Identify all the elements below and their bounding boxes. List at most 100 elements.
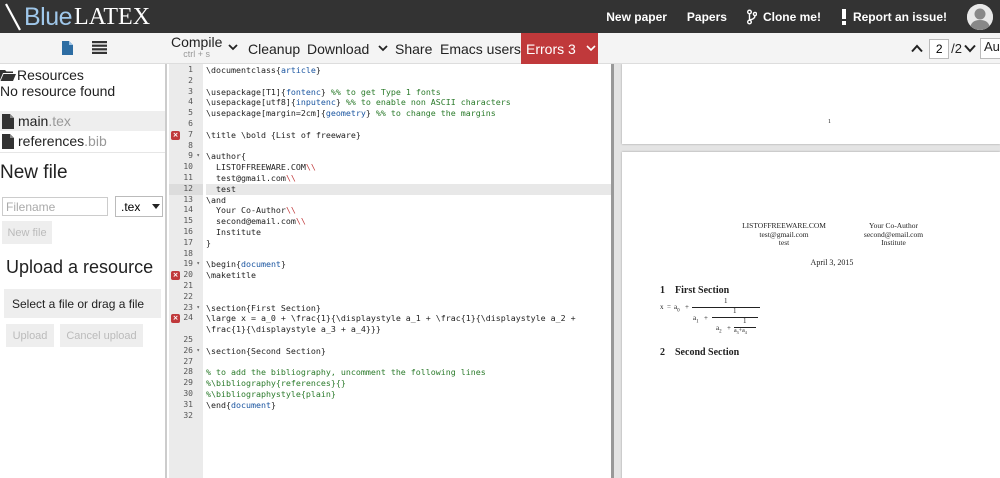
- code-line[interactable]: \maketitle: [206, 270, 612, 281]
- upload-button-label: Upload: [12, 329, 48, 342]
- code-line[interactable]: LISTOFFREEWARE.COM\\: [206, 162, 612, 173]
- git-branch-icon: [746, 9, 757, 24]
- upload-button[interactable]: Upload: [6, 324, 54, 347]
- logo-text-blue: Blue: [24, 2, 73, 31]
- code-line[interactable]: \section{First Section}: [206, 303, 612, 314]
- pdf-date: April 3, 2015: [810, 258, 854, 267]
- resources-header[interactable]: Resources: [0, 67, 84, 83]
- file-icon[interactable]: [62, 41, 73, 55]
- gutter-line: 25: [169, 335, 203, 346]
- code-line[interactable]: [206, 292, 612, 303]
- code-line[interactable]: \title \bold {List of freeware}: [206, 130, 612, 141]
- file-dropzone[interactable]: Select a file or drag a file: [4, 289, 161, 318]
- errors-button[interactable]: Errors 3: [521, 33, 598, 64]
- code-line[interactable]: [206, 335, 612, 346]
- page-number-input[interactable]: [929, 38, 950, 59]
- previous-page-chevron-up-icon[interactable]: [911, 44, 923, 53]
- new-file-button[interactable]: New file: [2, 221, 52, 244]
- code-line[interactable]: \and: [206, 195, 612, 206]
- line-number: 14: [183, 205, 193, 215]
- line-number: 11: [183, 173, 193, 182]
- code-line[interactable]: [206, 119, 612, 130]
- line-number: 28: [183, 367, 193, 377]
- code-line[interactable]: [206, 249, 612, 260]
- code-line[interactable]: Your Co-Author\\: [206, 205, 612, 216]
- bluelatex-logo[interactable]: Blue LATEX: [4, 2, 150, 32]
- file-item-main[interactable]: main .tex: [0, 111, 165, 131]
- fold-arrow-icon[interactable]: ▾: [196, 303, 200, 314]
- gutter-line: 31: [169, 400, 203, 411]
- error-marker-icon[interactable]: ×: [171, 314, 180, 324]
- code-line[interactable]: \section{Second Section}: [206, 346, 612, 357]
- fold-arrow-icon[interactable]: ▾: [196, 151, 200, 162]
- code-line[interactable]: %\bibliography{references}{}: [206, 378, 612, 389]
- no-resource-text: No resource found: [0, 83, 116, 99]
- compile-button[interactable]: Compile ctrl + s: [171, 35, 222, 60]
- line-number: 22: [183, 291, 193, 301]
- download-button[interactable]: Download: [307, 33, 388, 64]
- line-number: 21: [183, 281, 193, 290]
- gutter-line: [169, 324, 203, 335]
- line-number: 27: [183, 356, 193, 366]
- extension-select[interactable]: .tex: [115, 196, 163, 217]
- clone-me-link[interactable]: Clone me!: [746, 9, 821, 25]
- fraction-bar-1: [692, 307, 760, 308]
- filename-input[interactable]: [2, 197, 108, 216]
- code-line[interactable]: \documentclass{article}: [206, 65, 612, 76]
- code-line[interactable]: [206, 357, 612, 368]
- next-page-chevron-down-icon[interactable]: [964, 44, 976, 53]
- share-button[interactable]: Share: [395, 33, 432, 64]
- line-number: 10: [183, 162, 193, 172]
- code-line[interactable]: \usepackage[T1]{fontenc} %% to get Type …: [206, 87, 612, 98]
- code-editor[interactable]: 1 2 3 4 5 6 7 × 8 9 ▾ 10 11 12 13 14 15 16 17 18 19 ▾ 20 × 21 22 2…: [169, 64, 612, 478]
- error-marker-icon[interactable]: ×: [171, 271, 180, 281]
- code-line[interactable]: Institute: [206, 227, 612, 238]
- formula-plus-1: +: [685, 303, 689, 311]
- cleanup-button[interactable]: Cleanup: [248, 33, 300, 64]
- fold-arrow-icon[interactable]: ▾: [196, 346, 200, 357]
- code-line[interactable]: \begin{document}: [206, 259, 612, 270]
- gutter-line: 14: [169, 205, 203, 216]
- gutter-line: 6: [169, 119, 203, 130]
- compile-chevron-down-icon[interactable]: [228, 44, 238, 51]
- new-paper-link[interactable]: New paper: [606, 10, 667, 24]
- pdf-viewer[interactable]: 1 LISTOFFREEWARE.COM test@gmail.com test…: [614, 64, 1000, 478]
- formula-a3-a4: a3+a4: [734, 328, 747, 336]
- page-navigator: /2 Auto: [911, 33, 1000, 64]
- code-line[interactable]: test@gmail.com\\: [206, 173, 612, 184]
- file-item-references[interactable]: references .bib: [0, 131, 165, 151]
- code-line[interactable]: test: [206, 183, 612, 195]
- cancel-upload-button[interactable]: Cancel upload: [60, 324, 143, 347]
- code-line[interactable]: \author{: [206, 151, 612, 162]
- emacs-users-button[interactable]: Emacs users: [440, 33, 521, 64]
- code-line[interactable]: }: [206, 238, 612, 249]
- code-line[interactable]: \end{document}: [206, 400, 612, 411]
- code-line[interactable]: [206, 76, 612, 87]
- user-avatar[interactable]: [967, 3, 993, 30]
- line-number: 5: [188, 108, 193, 118]
- code-line[interactable]: [206, 141, 612, 152]
- code-line[interactable]: [206, 281, 612, 292]
- fold-arrow-icon[interactable]: ▾: [196, 259, 200, 270]
- code-line[interactable]: \large x = a_0 + \frac{1}{\displaystyle …: [206, 313, 612, 324]
- code-line[interactable]: % to add the bibliography, uncomment the…: [206, 367, 612, 378]
- papers-link[interactable]: Papers: [687, 10, 727, 24]
- report-issue-link[interactable]: Report an issue!: [841, 8, 947, 25]
- code-line[interactable]: %\bibliographystyle{plain}: [206, 389, 612, 400]
- code-line[interactable]: \usepackage[utf8]{inputenc} %% to enable…: [206, 97, 612, 108]
- code-line[interactable]: second@email.com\\: [206, 216, 612, 227]
- gutter-line: 15: [169, 216, 203, 227]
- code-line[interactable]: \usepackage[margin=2cm]{geometry} %% to …: [206, 108, 612, 119]
- code-line[interactable]: [206, 411, 612, 422]
- logo-text-latex: LATEX: [74, 3, 151, 30]
- code-line[interactable]: \frac{1}{\displaystyle a_3 + a_4}}}: [206, 324, 612, 335]
- gutter-line: 24 ×: [169, 313, 203, 324]
- pdf-page-2: LISTOFFREEWARE.COM test@gmail.com test Y…: [622, 152, 1000, 478]
- gutter-line: 29: [169, 378, 203, 389]
- line-number: 19: [183, 259, 193, 269]
- zoom-select[interactable]: Auto: [980, 38, 1000, 59]
- error-marker-icon[interactable]: ×: [171, 130, 180, 140]
- gutter-line: 18: [169, 249, 203, 260]
- line-number: 4: [188, 97, 193, 107]
- menu-list-icon[interactable]: [92, 41, 107, 54]
